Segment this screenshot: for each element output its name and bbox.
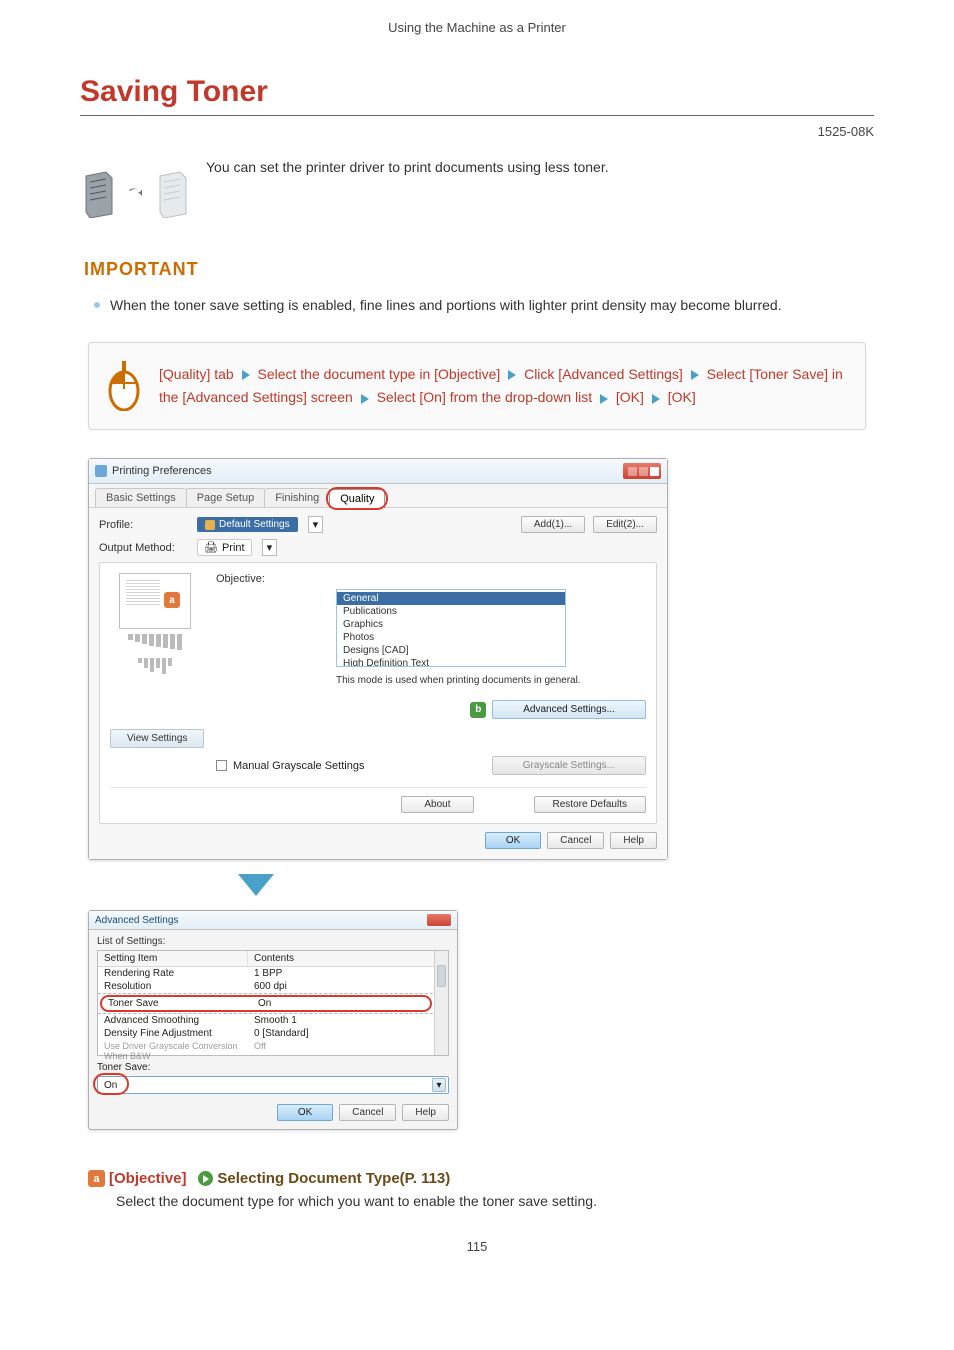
grayscale-settings-button: Grayscale Settings... — [492, 756, 646, 775]
edit-button[interactable]: Edit(2)... — [593, 516, 657, 533]
intro-text: You can set the printer driver to print … — [206, 159, 874, 175]
manual-grayscale-checkbox[interactable] — [216, 760, 227, 771]
column-setting-item: Setting Item — [98, 951, 248, 966]
printer-small-icon: 🖨 — [204, 541, 218, 554]
ok-button[interactable]: OK — [485, 832, 541, 849]
callout-b-marker: b — [470, 702, 486, 718]
output-method-select[interactable]: 🖨 Print — [197, 539, 252, 556]
step-arrow-icon — [652, 394, 660, 404]
page-number: 115 — [80, 1239, 874, 1254]
objective-section-desc: Select the document type for which you w… — [116, 1193, 874, 1209]
row-resolution[interactable]: Resolution — [98, 981, 248, 992]
step-arrow-icon — [600, 394, 608, 404]
window-controls[interactable] — [623, 463, 661, 479]
step-arrow-icon — [691, 370, 699, 380]
row-advanced-smoothing[interactable]: Advanced Smoothing — [98, 1015, 248, 1026]
row-rendering-rate[interactable]: Rendering Rate — [98, 968, 248, 979]
dropdown-arrow-icon[interactable]: ▾ — [432, 1078, 446, 1092]
toner-save-field-label: Toner Save: — [97, 1062, 449, 1073]
adv-help-button[interactable]: Help — [402, 1104, 449, 1121]
about-button[interactable]: About — [401, 796, 473, 813]
adv-cancel-button[interactable]: Cancel — [339, 1104, 396, 1121]
steps-card: [Quality] tab Select the document type i… — [88, 342, 866, 430]
tab-quality[interactable]: Quality — [329, 489, 385, 508]
profile-label: Profile: — [99, 519, 189, 531]
advanced-settings-dialog: Advanced Settings List of Settings: Sett… — [88, 910, 458, 1130]
window-icon — [95, 465, 107, 477]
help-button[interactable]: Help — [610, 832, 657, 849]
row-density-fine[interactable]: Density Fine Adjustment — [98, 1028, 248, 1039]
objective-option-photos[interactable]: Photos — [337, 631, 565, 644]
column-contents: Contents — [248, 951, 448, 966]
link-indicator-icon — [198, 1171, 213, 1186]
important-heading: IMPORTANT — [84, 259, 874, 280]
row-toner-save[interactable]: Toner Save — [102, 998, 252, 1009]
paper-dark-icon — [80, 170, 116, 218]
add-button[interactable]: Add(1)... — [521, 516, 585, 533]
adv-ok-button[interactable]: OK — [277, 1104, 333, 1121]
adv-close-button[interactable] — [427, 914, 451, 926]
step-6: [OK] — [616, 389, 644, 405]
list-of-settings-label: List of Settings: — [97, 936, 449, 947]
objective-label: Objective: — [216, 573, 646, 585]
step-1: [Quality] tab — [159, 366, 234, 382]
step-2: Select the document type in [Objective] — [257, 366, 500, 382]
objective-listbox[interactable]: General Publications Graphics Photos Des… — [336, 589, 566, 667]
important-bullet: When the toner save setting is enabled, … — [110, 294, 874, 316]
step-7: [OK] — [668, 389, 696, 405]
preview-density-bars — [128, 634, 182, 650]
tab-finishing[interactable]: Finishing — [264, 488, 330, 507]
objective-option-hdtext[interactable]: High Definition Text — [337, 657, 565, 667]
output-dropdown-arrow[interactable]: ▾ — [262, 539, 278, 556]
steps-text: [Quality] tab Select the document type i… — [159, 363, 845, 411]
restore-defaults-button[interactable]: Restore Defaults — [534, 796, 646, 813]
breadcrumb: Using the Machine as a Printer — [80, 20, 874, 35]
adv-window-title: Advanced Settings — [95, 915, 178, 926]
objective-option-designs[interactable]: Designs [CAD] — [337, 644, 565, 657]
step-5: Select [On] from the drop-down list — [377, 389, 593, 405]
callout-a-inline-marker: a — [88, 1170, 105, 1187]
objective-option-publications[interactable]: Publications — [337, 605, 565, 618]
tab-basic-settings[interactable]: Basic Settings — [95, 488, 187, 507]
window-title: Printing Preferences — [112, 465, 212, 477]
output-method-label: Output Method: — [99, 542, 189, 554]
manual-grayscale-label: Manual Grayscale Settings — [233, 760, 364, 772]
mouse-icon — [89, 361, 159, 411]
doc-code: 1525-08K — [80, 124, 874, 139]
advanced-settings-button[interactable]: Advanced Settings... — [492, 700, 646, 719]
printing-preferences-dialog: Printing Preferences Basic Settings Page… — [88, 458, 668, 860]
intro-printer-graphic — [80, 159, 190, 229]
page-title: Saving Toner — [80, 75, 874, 116]
objective-option-general[interactable]: General — [337, 592, 565, 605]
step-arrow-icon — [508, 370, 516, 380]
settings-listview[interactable]: Setting Item Contents Rendering Rate1 BP… — [97, 950, 449, 1056]
step-arrow-icon — [361, 394, 369, 404]
toner-save-highlight — [93, 1073, 129, 1095]
objective-description: This mode is used when printing document… — [336, 675, 646, 686]
row-driver-grayscale[interactable]: Use Driver Grayscale Conversion When B&W — [98, 1041, 248, 1061]
paper-light-icon — [154, 170, 190, 218]
output-method-value: Print — [222, 542, 245, 554]
transform-arrow-icon — [127, 186, 143, 202]
toner-save-dropdown[interactable]: On ▾ — [97, 1076, 449, 1094]
cancel-button[interactable]: Cancel — [547, 832, 604, 849]
step-arrow-icon — [242, 370, 250, 380]
tab-page-setup[interactable]: Page Setup — [186, 488, 266, 507]
preview-density-bars-2 — [138, 658, 172, 674]
objective-section-title: [Objective] — [109, 1170, 187, 1187]
flow-down-arrow-icon — [238, 874, 274, 896]
page-preview: a — [119, 573, 191, 629]
profile-select[interactable]: Default Settings — [197, 517, 298, 532]
callout-a-marker: a — [164, 592, 180, 608]
view-settings-button[interactable]: View Settings — [110, 729, 204, 748]
selecting-document-type-link[interactable]: Selecting Document Type(P. 113) — [217, 1170, 450, 1187]
step-3: Click [Advanced Settings] — [524, 366, 683, 382]
profile-dropdown-arrow[interactable]: ▾ — [308, 516, 324, 533]
objective-option-graphics[interactable]: Graphics — [337, 618, 565, 631]
